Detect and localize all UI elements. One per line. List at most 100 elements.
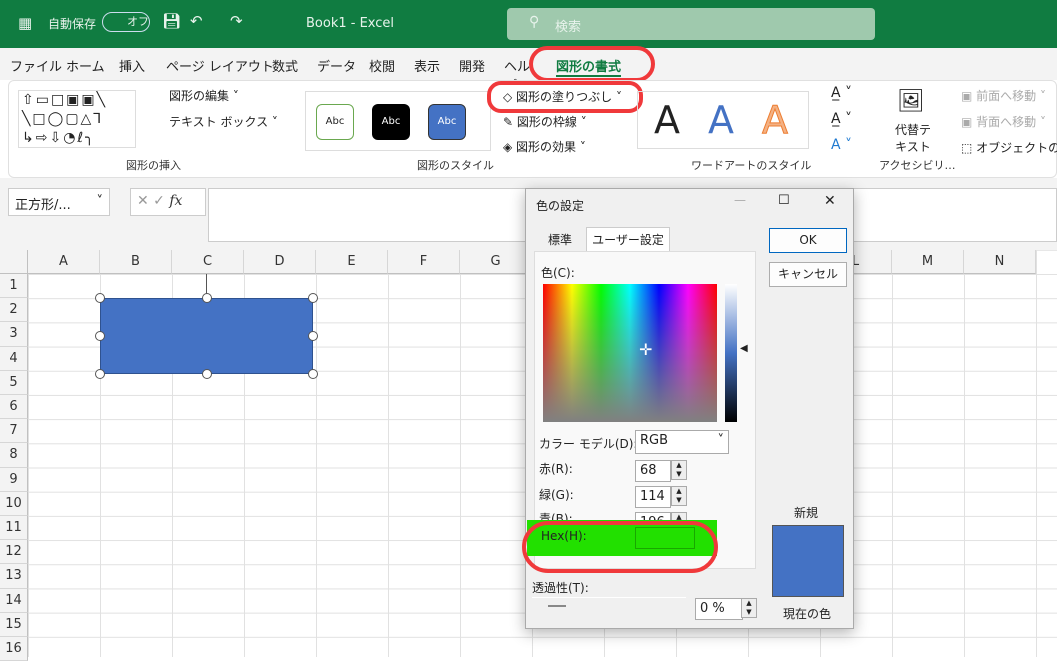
tab-page-layout[interactable]: ページ レイアウト: [166, 56, 274, 75]
text-effects-icon[interactable]: A ˅: [831, 137, 852, 153]
alt-text-icon: 🖼︎: [897, 89, 925, 114]
tab-home[interactable]: ホーム: [66, 56, 105, 75]
autosave-toggle[interactable]: オフ: [102, 12, 150, 32]
maximize-icon[interactable]: ☐: [778, 193, 790, 208]
row-header-12[interactable]: 12: [0, 540, 28, 565]
highlight-ring: [487, 81, 643, 113]
row-header-8[interactable]: 8: [0, 443, 28, 468]
group-shape-styles: 図形のスタイル: [417, 159, 494, 172]
transparency-spinner[interactable]: ▲ ▼: [741, 598, 757, 618]
color-model-label: カラー モデル(D):: [539, 437, 638, 451]
close-icon[interactable]: ✕: [824, 193, 836, 209]
column-header-n[interactable]: N: [964, 250, 1036, 274]
color-model-select[interactable]: RGB ˅: [635, 430, 729, 454]
green-input[interactable]: 114: [635, 486, 671, 508]
row-header-16[interactable]: 16: [0, 637, 28, 661]
green-spinner[interactable]: ▲ ▼: [671, 486, 687, 506]
luminance-slider[interactable]: [725, 284, 737, 422]
resize-handle[interactable]: [95, 293, 105, 303]
cancel-button[interactable]: キャンセル: [769, 262, 847, 287]
tab-review[interactable]: 校閲: [369, 56, 395, 75]
tab-custom[interactable]: ユーザー設定: [586, 227, 670, 252]
column-header-e[interactable]: E: [316, 250, 388, 274]
column-header-a[interactable]: A: [28, 250, 100, 274]
shape-style-gallery[interactable]: Abc Abc Abc: [305, 91, 491, 151]
new-color-swatch: [772, 525, 844, 597]
insert-function-button[interactable]: fx: [169, 193, 182, 209]
minimize-icon: —: [734, 193, 746, 207]
selection-pane-button[interactable]: ⬚ オブジェクトの選択: [961, 139, 1057, 156]
row-header-14[interactable]: 14: [0, 588, 28, 613]
row-header-3[interactable]: 3: [0, 322, 28, 347]
wordart-sample-orange[interactable]: A: [762, 92, 789, 148]
alt-text-button[interactable]: 代替テキスト: [891, 121, 935, 155]
column-header-f[interactable]: F: [388, 250, 460, 274]
save-icon[interactable]: 💾︎: [162, 12, 181, 30]
ok-button[interactable]: OK: [769, 228, 847, 253]
red-label: 赤(R):: [539, 462, 573, 476]
crosshair-icon[interactable]: ✛: [639, 340, 652, 359]
tab-data[interactable]: データ: [317, 56, 356, 75]
resize-handle[interactable]: [308, 331, 318, 341]
row-header-7[interactable]: 7: [0, 419, 28, 444]
wordart-sample-blue[interactable]: A: [708, 92, 734, 148]
row-header-1[interactable]: 1: [0, 274, 28, 299]
resize-handle[interactable]: [202, 369, 212, 379]
slider-arrow-icon[interactable]: ◀: [740, 343, 748, 354]
resize-handle[interactable]: [95, 331, 105, 341]
color-spectrum[interactable]: ✛: [543, 284, 717, 422]
red-input[interactable]: 68: [635, 460, 671, 482]
tab-formulas[interactable]: 数式: [272, 56, 298, 75]
transparency-input[interactable]: 0 %: [695, 598, 743, 620]
column-header-d[interactable]: D: [244, 250, 316, 274]
tab-developer[interactable]: 開発: [459, 56, 485, 75]
style-sample-outline[interactable]: Abc: [316, 104, 354, 140]
edit-shape-button[interactable]: 図形の編集 ˅: [169, 87, 239, 104]
name-box[interactable]: 正方形/... ˅: [8, 188, 110, 216]
shape-outline-button[interactable]: ✎ 図形の枠線 ˅: [503, 113, 587, 130]
shape-gallery[interactable]: ⇧▭□▣▣╲ ╲□◯▢△⅂ ↳⇨⇩◔ℓ╮: [18, 90, 136, 148]
resize-handle[interactable]: [202, 293, 212, 303]
shape-effects-button[interactable]: ◈ 図形の効果 ˅: [503, 138, 586, 155]
column-header-g[interactable]: G: [460, 250, 532, 274]
tab-view[interactable]: 表示: [414, 56, 440, 75]
row-header-4[interactable]: 4: [0, 346, 28, 371]
tab-standard[interactable]: 標準: [536, 229, 584, 251]
redo-icon[interactable]: ↷: [230, 12, 243, 30]
row-header-11[interactable]: 11: [0, 516, 28, 541]
group-wordart-styles: ワードアートのスタイル: [691, 159, 812, 172]
resize-handle[interactable]: [95, 369, 105, 379]
text-box-button[interactable]: テキスト ボックス ˅: [169, 113, 278, 130]
row-header-10[interactable]: 10: [0, 491, 28, 516]
style-sample-black[interactable]: Abc: [372, 104, 410, 140]
rectangle-shape[interactable]: [100, 298, 313, 374]
row-header-9[interactable]: 9: [0, 467, 28, 492]
ribbon: ⇧▭□▣▣╲ ╲□◯▢△⅂ ↳⇨⇩◔ℓ╮ 図形の編集 ˅ テキスト ボックス ˅ 図…: [8, 80, 1057, 178]
row-header-5[interactable]: 5: [0, 370, 28, 395]
style-sample-blue[interactable]: Abc: [428, 104, 466, 140]
column-header-b[interactable]: B: [100, 250, 172, 274]
row-header-13[interactable]: 13: [0, 564, 28, 589]
highlight-ring: [522, 521, 718, 573]
column-header-c[interactable]: C: [172, 250, 244, 274]
red-spinner[interactable]: ▲ ▼: [671, 460, 687, 480]
tab-insert[interactable]: 挿入: [119, 56, 145, 75]
search-box[interactable]: ⚲ 検索: [507, 8, 875, 40]
column-header-m[interactable]: M: [892, 250, 964, 274]
tab-file[interactable]: ファイル: [10, 56, 62, 75]
undo-icon[interactable]: ↶: [190, 12, 203, 30]
row-header-2[interactable]: 2: [0, 298, 28, 323]
wordart-gallery[interactable]: A A A: [637, 91, 809, 149]
row-header-15[interactable]: 15: [0, 612, 28, 637]
resize-handle[interactable]: [308, 369, 318, 379]
transparency-track[interactable]: [532, 597, 686, 598]
text-fill-icon[interactable]: A̲ ˅: [831, 85, 852, 101]
row-header-6[interactable]: 6: [0, 395, 28, 420]
select-all-button[interactable]: [0, 250, 28, 274]
send-backward-button[interactable]: ▣ 背面へ移動 ˅: [961, 113, 1046, 130]
resize-handle[interactable]: [308, 293, 318, 303]
transparency-slider-thumb[interactable]: [548, 605, 566, 607]
bring-forward-button[interactable]: ▣ 前面へ移動 ˅: [961, 87, 1046, 104]
text-outline-icon[interactable]: A̲ ˅: [831, 111, 852, 127]
wordart-sample-black[interactable]: A: [654, 92, 680, 148]
